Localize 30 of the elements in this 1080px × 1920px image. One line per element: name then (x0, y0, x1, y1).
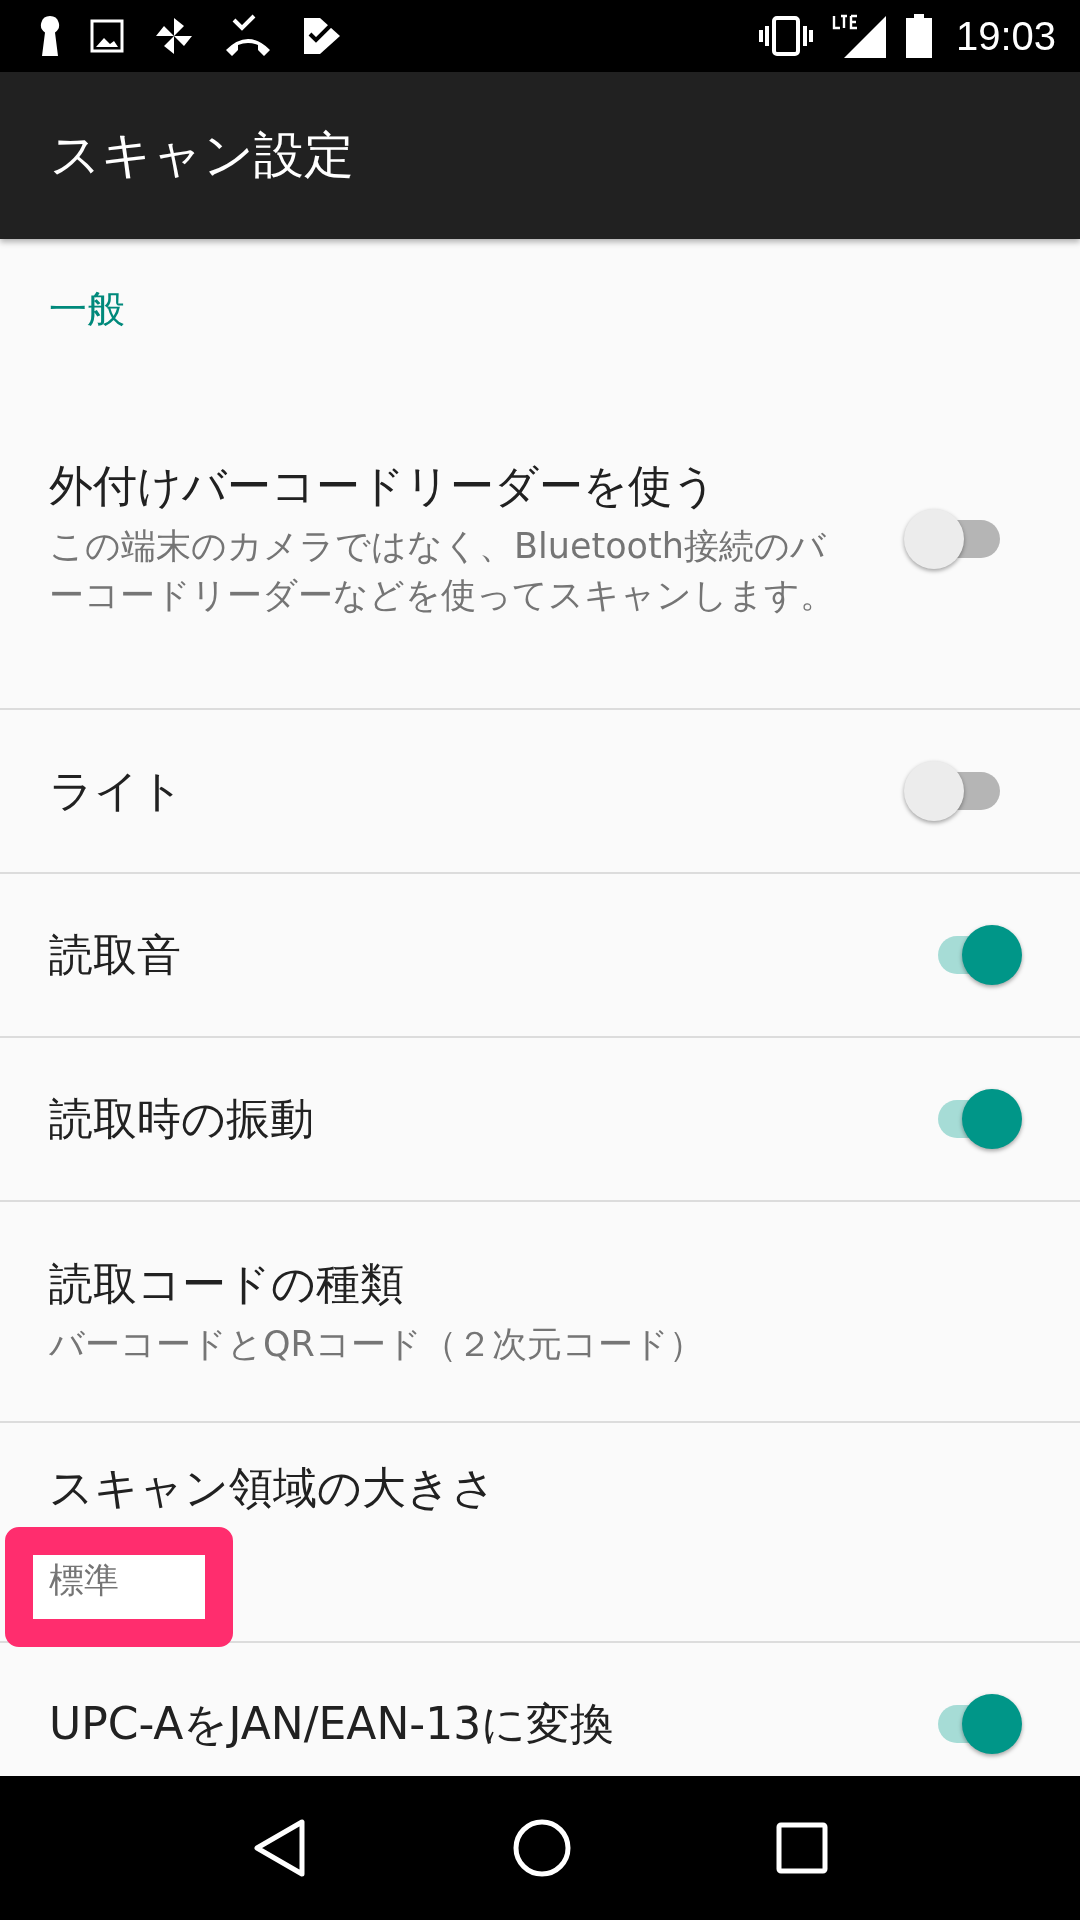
setting-title: 読取音 (49, 927, 181, 982)
home-icon[interactable] (512, 1818, 572, 1878)
setting-row[interactable]: 読取コードの種類 バーコードとQRコード（２次元コード） (0, 1202, 1080, 1423)
setting-row[interactable]: 読取時の振動 (0, 1038, 1080, 1202)
setting-row[interactable]: ライト (0, 710, 1080, 874)
recent-apps-icon[interactable] (776, 1822, 828, 1874)
setting-summary: 標準 (49, 1559, 119, 1602)
clock-time: 19:03 (955, 13, 1056, 59)
screen-title: スキャン設定 (50, 125, 354, 186)
battery-icon (905, 14, 932, 58)
back-icon[interactable] (252, 1818, 308, 1878)
setting-title: 読取コードの種類 (49, 1256, 404, 1311)
setting-title: 読取時の振動 (49, 1091, 314, 1146)
vibrate-icon (757, 16, 814, 56)
setting-title: スキャン領域の大きさ (49, 1461, 496, 1515)
setting-row[interactable]: 読取音 (0, 874, 1080, 1038)
setting-title: ライト (49, 763, 184, 818)
lte-signal-icon (831, 14, 888, 58)
setting-title: UPC-AをJAN/EAN-13に変換 (49, 1696, 615, 1751)
setting-row[interactable]: 外付けバーコードリーダーを使う この端末のカメラではなく、Bluetooth接続のバーコードリーダーなどを使ってスキャンします。 (0, 379, 1080, 710)
toggle-switch[interactable] (904, 507, 1000, 570)
toggle-switch[interactable] (904, 760, 1000, 822)
missed-call-icon (224, 14, 272, 58)
setting-summary: バーコードとQRコード（２次元コード） (49, 1322, 704, 1366)
image-icon (90, 19, 124, 53)
keyhole-icon (38, 16, 62, 56)
setting-row[interactable]: スキャン領域の大きさ 標準 (0, 1423, 1080, 1643)
section-header: 一般 (49, 285, 125, 333)
setting-summary: この端末のカメラではなく、Bluetooth接続のバーコードリーダーなどを使ってスキャンします。 (49, 525, 836, 617)
setting-title: 外付けバーコードリーダーを使う (49, 459, 717, 513)
